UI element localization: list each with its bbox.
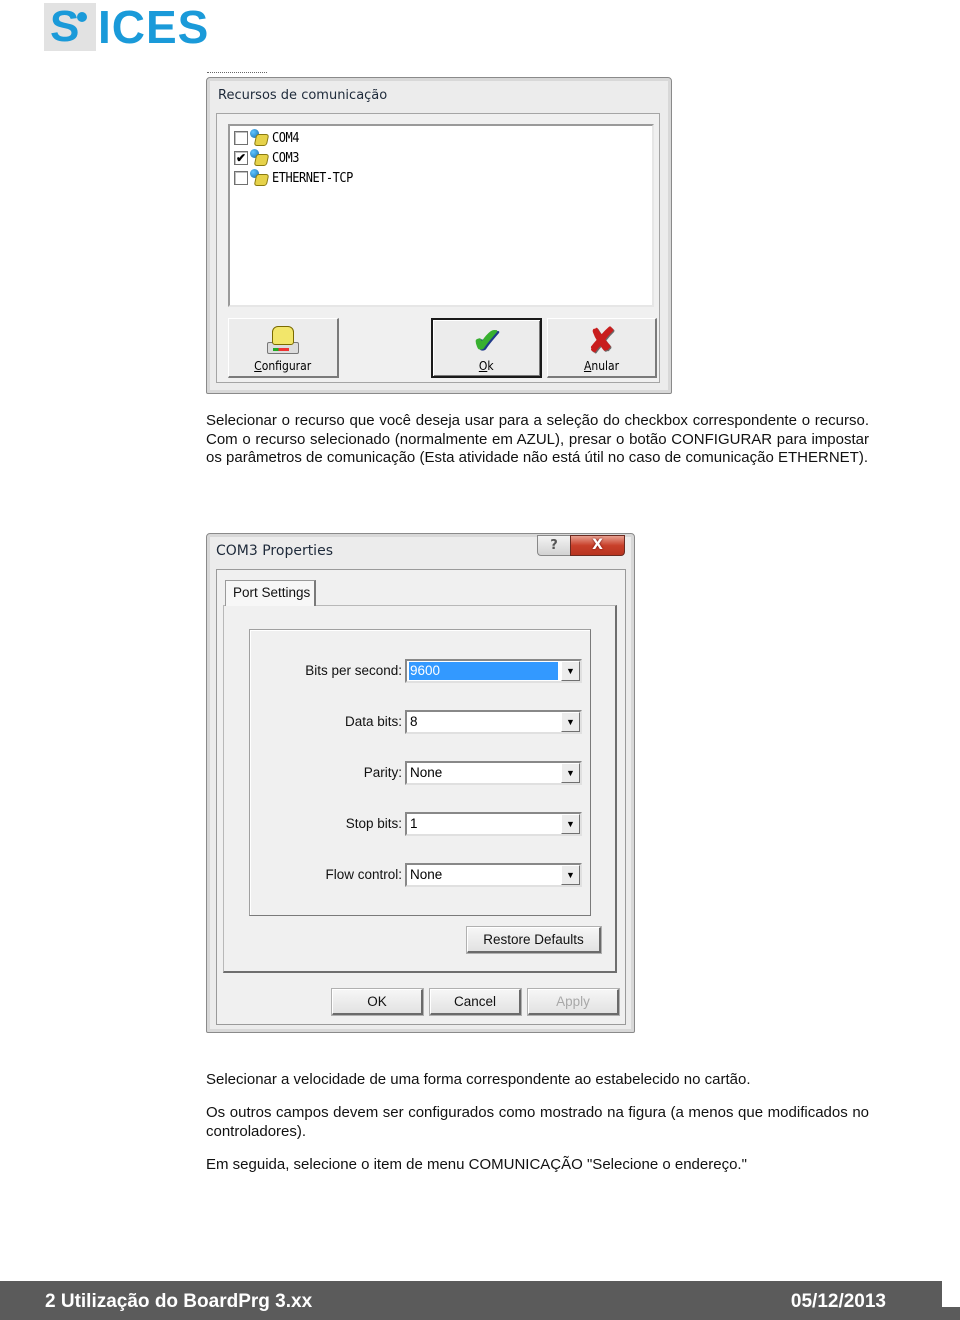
stop-bits-value: 1 xyxy=(410,816,418,831)
footer-corner xyxy=(942,1307,960,1320)
resource-label: COM3 xyxy=(272,150,299,166)
tab-port-settings[interactable]: Port Settings xyxy=(225,580,316,606)
instruction-paragraph-2: Selecionar a velocidade de uma forma cor… xyxy=(206,1071,751,1088)
properties-frame: Port Settings Bits per second: 9600 ▼ Da… xyxy=(216,569,626,1025)
resource-item-com3[interactable]: ✔ COM3 xyxy=(234,148,301,168)
stop-bits-label: Stop bits: xyxy=(345,816,402,831)
logo-text: ICES xyxy=(98,1,210,53)
anular-button[interactable]: ✘ Anular xyxy=(547,318,657,378)
sices-logo: S ICES xyxy=(44,3,209,51)
red-x-icon: ✘ xyxy=(587,322,616,360)
window-edge-artifact xyxy=(207,72,267,78)
caption-buttons: ? X xyxy=(537,535,625,556)
port-settings-group: Bits per second: 9600 ▼ Data bits: 8 ▼ P… xyxy=(249,629,591,916)
checkbox-ethernet-tcp[interactable] xyxy=(234,171,248,185)
close-button[interactable]: X xyxy=(570,535,625,556)
network-phone-icon xyxy=(250,149,270,167)
chevron-down-icon[interactable]: ▼ xyxy=(561,712,580,732)
instruction-paragraph-3: Os outros campos devem ser configurados … xyxy=(206,1104,869,1140)
resources-dialog-body: COM4 ✔ COM3 ETHERNET-TCP Configurar ✔ Ok xyxy=(216,113,660,383)
flow-control-row: Flow control: None ▼ xyxy=(250,863,592,889)
network-phone-icon xyxy=(250,169,270,187)
resources-dialog-title: Recursos de comunicação xyxy=(218,88,388,103)
parity-select[interactable]: None ▼ xyxy=(405,761,582,785)
configurar-label: Configurar xyxy=(254,359,312,373)
resource-item-com4[interactable]: COM4 xyxy=(234,128,301,148)
bits-per-second-value: 9600 xyxy=(409,662,558,680)
bits-per-second-row: Bits per second: 9600 ▼ xyxy=(250,659,592,685)
resource-label: ETHERNET-TCP xyxy=(272,170,353,186)
checkbox-com3[interactable]: ✔ xyxy=(234,151,248,165)
data-bits-select[interactable]: 8 ▼ xyxy=(405,710,582,734)
properties-ok-button[interactable]: OK xyxy=(332,989,423,1015)
restore-defaults-button[interactable]: Restore Defaults xyxy=(467,927,601,953)
instruction-paragraph-1: Selecionar o recurso que você deseja usa… xyxy=(206,412,869,466)
resources-list: COM4 ✔ COM3 ETHERNET-TCP xyxy=(228,124,654,307)
bits-per-second-label: Bits per second: xyxy=(305,663,402,678)
parity-value: None xyxy=(410,765,443,780)
resources-dialog: Recursos de comunicação COM4 ✔ COM3 ETHE… xyxy=(206,72,672,394)
data-bits-row: Data bits: 8 ▼ xyxy=(250,710,592,736)
page-footer: 2 Utilização do BoardPrg 3.xx 05/12/2013 xyxy=(0,1281,942,1320)
instruction-paragraph-4: Em seguida, selecione o item de menu COM… xyxy=(206,1156,747,1173)
port-settings-panel: Bits per second: 9600 ▼ Data bits: 8 ▼ P… xyxy=(223,605,617,973)
parity-label: Parity: xyxy=(363,765,402,780)
data-bits-value: 8 xyxy=(410,714,418,729)
stop-bits-row: Stop bits: 1 ▼ xyxy=(250,812,592,838)
logo-s-letter: S xyxy=(50,2,79,51)
configurar-button[interactable]: Configurar xyxy=(228,318,339,378)
telephone-icon xyxy=(265,322,301,358)
properties-dialog-title: COM3 Properties xyxy=(216,543,333,559)
ok-button[interactable]: ✔ Ok xyxy=(431,318,542,378)
chevron-down-icon[interactable]: ▼ xyxy=(561,814,580,834)
chevron-down-icon[interactable]: ▼ xyxy=(561,763,580,783)
resource-item-ethernet-tcp[interactable]: ETHERNET-TCP xyxy=(234,168,360,188)
ok-label: Ok xyxy=(479,359,494,373)
parity-row: Parity: None ▼ xyxy=(250,761,592,787)
properties-apply-button[interactable]: Apply xyxy=(528,989,619,1015)
resource-label: COM4 xyxy=(272,130,299,146)
properties-cancel-button[interactable]: Cancel xyxy=(430,989,521,1015)
footer-section-title: 2 Utilização do BoardPrg 3.xx xyxy=(45,1291,313,1312)
data-bits-label: Data bits: xyxy=(344,714,402,729)
stop-bits-select[interactable]: 1 ▼ xyxy=(405,812,582,836)
chevron-down-icon[interactable]: ▼ xyxy=(561,661,580,681)
com3-properties-dialog: COM3 Properties ? X Port Settings Bits p… xyxy=(206,533,635,1033)
flow-control-label: Flow control: xyxy=(325,867,402,882)
checkmark-icon: ✔ xyxy=(472,322,501,360)
flow-control-value: None xyxy=(410,867,443,882)
checkbox-com4[interactable] xyxy=(234,131,248,145)
logo-dot xyxy=(77,12,87,22)
chevron-down-icon[interactable]: ▼ xyxy=(561,865,580,885)
network-phone-icon xyxy=(250,129,270,147)
flow-control-select[interactable]: None ▼ xyxy=(405,863,582,887)
anular-label: Anular xyxy=(583,359,620,373)
help-button[interactable]: ? xyxy=(537,535,570,556)
footer-date: 05/12/2013 xyxy=(790,1291,886,1312)
logo-s-box: S xyxy=(44,3,96,51)
bits-per-second-select[interactable]: 9600 ▼ xyxy=(405,659,582,683)
